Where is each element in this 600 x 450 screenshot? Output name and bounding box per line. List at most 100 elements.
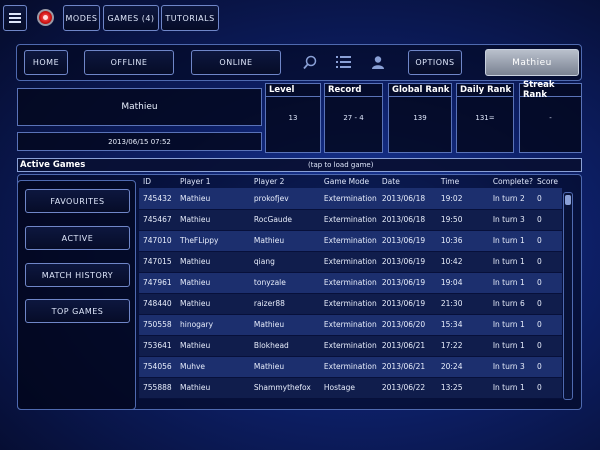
table-row[interactable]: 755888 Mathieu Shammythefox Hostage 2013/06/… xyxy=(139,377,562,399)
profile-name: Mathieu xyxy=(121,102,158,112)
cell-complete: In turn 1 xyxy=(488,377,533,399)
online-button[interactable]: ONLINE xyxy=(191,50,281,75)
cell-score: 0 xyxy=(532,293,562,315)
cell-player2: raizer88 xyxy=(249,293,320,315)
games-button[interactable]: GAMES (4) xyxy=(103,5,159,31)
options-button[interactable]: OPTIONS xyxy=(408,50,462,75)
stat-level: Level 13 xyxy=(265,83,321,153)
table-row[interactable]: 747961 Mathieu tonyzale Extermination 2013/0… xyxy=(139,272,562,294)
col-game-mode[interactable]: Game Mode xyxy=(320,175,378,188)
cell-id: 748440 xyxy=(139,293,176,315)
stat-level-value: 13 xyxy=(288,114,298,122)
col-id[interactable]: ID xyxy=(139,175,176,188)
cell-complete: In turn 3 xyxy=(488,209,533,231)
home-button[interactable]: HOME xyxy=(24,50,68,75)
active-button[interactable]: ACTIVE xyxy=(25,226,130,250)
profile-date-panel: 2013/06/15 07:52 xyxy=(17,132,262,151)
cell-id: 755888 xyxy=(139,377,176,399)
cell-date: 2013/06/21 xyxy=(377,356,437,378)
table-row[interactable]: 747010 TheFLippy Mathieu Extermination 2013/… xyxy=(139,230,562,252)
active-games-header: Active Games (tap to load game) xyxy=(17,158,582,172)
table-row[interactable]: 748440 Mathieu raizer88 Extermination 2013/0… xyxy=(139,293,562,315)
col-complete[interactable]: Complete? xyxy=(489,175,533,188)
user-button[interactable]: Mathieu xyxy=(485,49,579,76)
cell-complete: In turn 6 xyxy=(488,293,533,315)
col-time[interactable]: Time xyxy=(437,175,489,188)
col-date[interactable]: Date xyxy=(378,175,437,188)
cell-score: 0 xyxy=(532,377,562,399)
table-scrollbar[interactable] xyxy=(563,192,573,400)
cell-date: 2013/06/19 xyxy=(377,230,437,252)
sidebar xyxy=(17,180,136,410)
cell-player1: Mathieu xyxy=(175,377,250,399)
cell-complete: In turn 1 xyxy=(488,335,533,357)
games-table-wrap: ID Player 1 Player 2 Game Mode Date Time… xyxy=(139,175,562,399)
active-games-title: Active Games xyxy=(20,160,86,170)
offline-button[interactable]: OFFLINE xyxy=(84,50,174,75)
match-history-button[interactable]: MATCH HISTORY xyxy=(25,263,130,287)
stat-level-label: Level xyxy=(266,84,320,97)
favourites-button[interactable]: FAVOURITES xyxy=(25,189,130,213)
scrollbar-thumb[interactable] xyxy=(565,195,571,205)
cell-player1: Mathieu xyxy=(175,209,250,231)
power-icon[interactable] xyxy=(37,9,54,26)
cell-game-mode: Extermination xyxy=(319,251,378,273)
cell-game-mode: Extermination xyxy=(319,356,378,378)
cell-game-mode: Extermination xyxy=(319,293,378,315)
stat-streak-value: - xyxy=(549,114,552,122)
table-row[interactable]: 745432 Mathieu prokofjev Extermination 2013/… xyxy=(139,188,562,210)
cell-time: 10:36 xyxy=(436,230,489,252)
modes-button[interactable]: MODES xyxy=(63,5,100,31)
cell-time: 13:25 xyxy=(436,377,489,399)
cell-score: 0 xyxy=(532,356,562,378)
col-score[interactable]: Score xyxy=(533,175,562,188)
cell-game-mode: Extermination xyxy=(319,272,378,294)
cell-player1: hinogary xyxy=(175,314,250,336)
cell-player1: TheFLippy xyxy=(175,230,250,252)
profile-icon[interactable] xyxy=(371,55,385,69)
stat-global-rank: Global Rank 139 xyxy=(388,83,452,153)
games-table: ID Player 1 Player 2 Game Mode Date Time… xyxy=(139,175,562,399)
cell-player2: qiang xyxy=(249,251,320,273)
cell-score: 0 xyxy=(532,230,562,252)
cell-player2: Shammythefox xyxy=(249,377,320,399)
list-icon[interactable] xyxy=(336,56,351,68)
cell-id: 747015 xyxy=(139,251,176,273)
top-games-button[interactable]: TOP GAMES xyxy=(25,299,130,323)
cell-player2: tonyzale xyxy=(249,272,320,294)
stat-global-value: 139 xyxy=(413,114,427,122)
menu-button[interactable] xyxy=(3,5,27,31)
cell-id: 745467 xyxy=(139,209,176,231)
cell-game-mode: Extermination xyxy=(319,335,378,357)
table-row[interactable]: 753641 Mathieu Blokhead Extermination 2013/0… xyxy=(139,335,562,357)
cell-player1: Mathieu xyxy=(175,335,250,357)
table-row[interactable]: 754056 Muhve Mathieu Extermination 2013/06/2… xyxy=(139,356,562,378)
search-icon[interactable] xyxy=(303,55,317,70)
table-row[interactable]: 745467 Mathieu RocGaude Extermination 2013/0… xyxy=(139,209,562,231)
cell-date: 2013/06/18 xyxy=(377,188,437,210)
table-row[interactable]: 747015 Mathieu qiang Extermination 2013/06/1… xyxy=(139,251,562,273)
cell-date: 2013/06/21 xyxy=(377,335,437,357)
cell-player2: Mathieu xyxy=(249,230,320,252)
cell-id: 754056 xyxy=(139,356,176,378)
stat-global-label: Global Rank xyxy=(389,84,451,97)
table-row[interactable]: 750558 hinogary Mathieu Extermination 2013/0… xyxy=(139,314,562,336)
cell-score: 0 xyxy=(532,314,562,336)
cell-time: 19:04 xyxy=(436,272,489,294)
cell-id: 745432 xyxy=(139,188,176,210)
cell-score: 0 xyxy=(532,188,562,210)
table-header-row: ID Player 1 Player 2 Game Mode Date Time… xyxy=(139,175,562,188)
col-player1[interactable]: Player 1 xyxy=(176,175,250,188)
col-player2[interactable]: Player 2 xyxy=(250,175,320,188)
cell-player2: RocGaude xyxy=(249,209,320,231)
cell-player1: Mathieu xyxy=(175,251,250,273)
cell-complete: In turn 1 xyxy=(488,314,533,336)
cell-id: 753641 xyxy=(139,335,176,357)
cell-complete: In turn 2 xyxy=(488,188,533,210)
cell-date: 2013/06/19 xyxy=(377,293,437,315)
cell-complete: In turn 1 xyxy=(488,251,533,273)
cell-time: 10:42 xyxy=(436,251,489,273)
stat-streak-label: Streak Rank xyxy=(520,80,581,100)
cell-player1: Mathieu xyxy=(175,272,250,294)
tutorials-button[interactable]: TUTORIALS xyxy=(161,5,219,31)
